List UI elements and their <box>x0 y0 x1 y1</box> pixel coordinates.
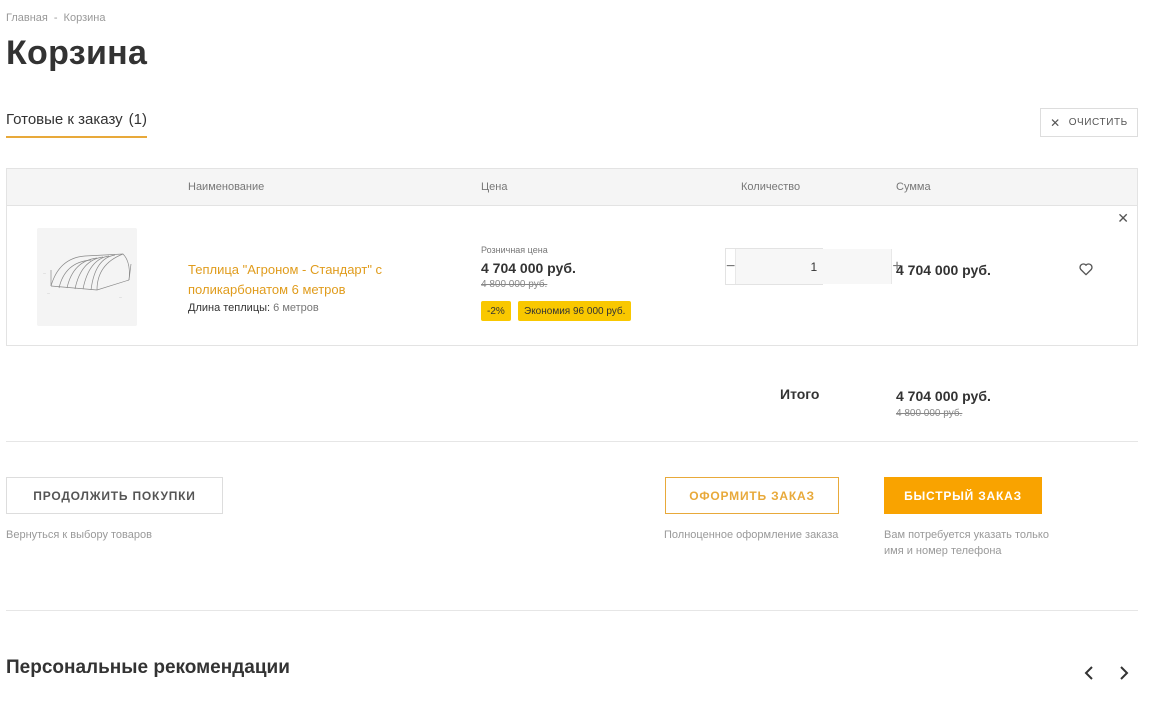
tab-ready-to-order[interactable]: Готовые к заказу (1) <box>6 111 148 138</box>
chevron-right-icon <box>1120 666 1129 680</box>
discount-badge: -2% <box>481 301 511 321</box>
divider <box>6 610 1138 611</box>
product-property-value: 6 метров <box>273 302 319 314</box>
breadcrumb-separator: - <box>53 12 58 24</box>
quantity-decrease-button[interactable]: − <box>726 249 735 284</box>
greenhouse-image: — — — <box>37 228 137 326</box>
product-property-label: Длина теплицы: <box>188 302 271 314</box>
quantity-input[interactable] <box>735 249 893 284</box>
fast-order-hint: Вам потребуется указать только имя и ном… <box>884 529 1049 557</box>
add-to-favorites-button[interactable] <box>1078 261 1094 277</box>
continue-shopping-hint: Вернуться к выбору товаров <box>6 529 152 541</box>
cart-table: Наименование Цена Количество Сумма — — —… <box>6 168 1138 346</box>
remove-item-button[interactable]: ✕ <box>1117 210 1129 227</box>
header-price: Цена <box>481 181 508 193</box>
header-quantity: Количество <box>741 181 801 193</box>
clear-cart-label: ОЧИСТИТЬ <box>1068 117 1128 128</box>
checkout-button[interactable]: ОФОРМИТЬ ЗАКАЗ <box>665 477 839 514</box>
recommendations-next-button[interactable] <box>1115 662 1133 684</box>
table-row: — — — Теплица "Агроном - Стандарт" с пол… <box>7 206 1137 345</box>
svg-text:—: — <box>43 271 46 275</box>
table-header: Наименование Цена Количество Сумма <box>7 169 1137 206</box>
total-old-value: 4 800 000 руб. <box>896 408 963 419</box>
divider <box>6 441 1138 442</box>
row-sum: 4 704 000 руб. <box>896 262 991 278</box>
continue-shopping-button[interactable]: ПРОДОЛЖИТЬ ПОКУПКИ <box>6 477 223 514</box>
close-icon: ✕ <box>1050 115 1061 130</box>
quantity-stepper: − + <box>725 248 902 285</box>
header-sum: Сумма <box>896 181 931 193</box>
recommendations-title: Персональные рекомендации <box>6 657 290 678</box>
heart-icon <box>1079 263 1093 276</box>
cart-tabs: Готовые к заказу (1) <box>6 111 148 138</box>
product-name-link[interactable]: Теплица "Агроном - Стандарт" с поликарбо… <box>188 260 448 300</box>
total-value: 4 704 000 руб. <box>896 388 991 404</box>
total-label: Итого <box>780 386 820 402</box>
breadcrumb-current: Корзина <box>63 12 106 24</box>
clear-cart-button[interactable]: ✕ ОЧИСТИТЬ <box>1040 108 1138 137</box>
close-icon: ✕ <box>1117 210 1129 226</box>
page-title: Корзина <box>6 34 148 72</box>
breadcrumb: Главная - Корзина <box>6 12 105 24</box>
checkout-hint: Полноценное оформление заказа <box>664 529 839 541</box>
tab-ready-label: Готовые к заказу <box>6 111 123 128</box>
economy-badge: Экономия 96 000 руб. <box>518 301 632 321</box>
price-label: Розничная цена <box>481 245 548 255</box>
recommendations-prev-button[interactable] <box>1080 662 1098 684</box>
price-current: 4 704 000 руб. <box>481 260 576 276</box>
product-property: Длина теплицы: 6 метров <box>188 302 319 314</box>
header-name: Наименование <box>188 181 265 193</box>
product-image[interactable]: — — — <box>37 228 137 326</box>
chevron-left-icon <box>1084 666 1093 680</box>
fast-order-button[interactable]: БЫСТРЫЙ ЗАКАЗ <box>884 477 1042 514</box>
svg-text:—: — <box>119 295 122 299</box>
price-old: 4 800 000 руб. <box>481 279 548 290</box>
tab-ready-count: (1) <box>128 111 148 128</box>
minus-icon: − <box>726 257 736 275</box>
breadcrumb-home-link[interactable]: Главная <box>6 12 48 24</box>
svg-text:—: — <box>47 291 50 295</box>
